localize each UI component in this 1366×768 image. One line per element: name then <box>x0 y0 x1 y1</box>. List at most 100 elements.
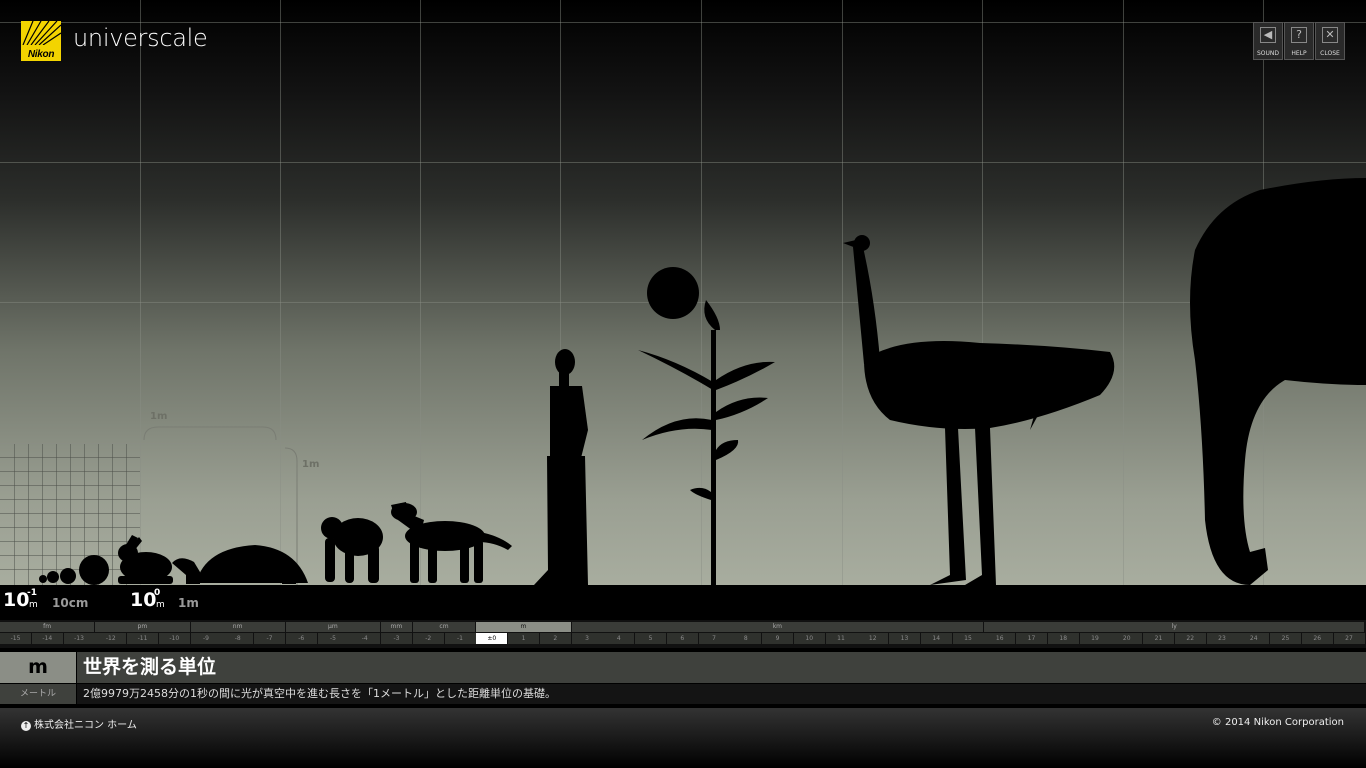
unit-segment[interactable]: m <box>476 622 572 632</box>
power-base: 10 <box>3 589 30 611</box>
power-indicator: 10 0 m <box>130 588 165 611</box>
close-button[interactable]: ✕ CLOSE <box>1315 22 1345 60</box>
ruler-tick[interactable]: 27 <box>1333 633 1366 644</box>
home-link-label: 株式会社ニコン ホーム <box>34 720 137 731</box>
logo-rays-icon <box>22 21 61 45</box>
horizontal-scale-label: 1m <box>150 411 168 422</box>
unit-segment[interactable]: pm <box>95 622 191 632</box>
ruler-tick[interactable]: 8 <box>730 633 763 644</box>
ruler-tick[interactable]: 17 <box>1016 633 1048 644</box>
nikon-logo[interactable]: Nikon <box>21 21 61 61</box>
ruler-tick[interactable]: 20 <box>1111 633 1144 644</box>
ruler-tick[interactable]: 6 <box>666 633 699 644</box>
unit-segment[interactable]: cm <box>412 622 477 632</box>
ruler-tick[interactable]: 22 <box>1174 633 1207 644</box>
ruler-tick[interactable]: -5 <box>317 633 350 644</box>
ruler-tick[interactable]: -12 <box>95 633 128 644</box>
power-exponent: -1 <box>27 588 37 598</box>
ruler-tick[interactable]: 16 <box>984 633 1017 644</box>
rabbit-silhouette <box>118 535 173 584</box>
vertical-scale-label: 1m <box>302 459 320 470</box>
ruler-tick[interactable]: 15 <box>952 633 985 644</box>
magnitude-label: 10cm <box>52 596 89 610</box>
ruler-tick[interactable]: -8 <box>222 633 255 644</box>
silhouettes <box>39 178 1366 585</box>
scale-stage[interactable] <box>0 0 1366 585</box>
power-base: 10 <box>130 589 157 611</box>
power-unit: m <box>29 600 38 610</box>
ruler-tick[interactable]: 10 <box>793 633 826 644</box>
unit-segments: fm pm nm μm mm cm m km ly <box>0 622 1366 633</box>
person-silhouette <box>534 349 588 585</box>
ruler-tick[interactable]: -11 <box>127 633 159 644</box>
help-label: HELP <box>1291 50 1307 57</box>
ostrich-silhouette <box>843 235 1115 585</box>
unit-segment[interactable]: nm <box>190 622 286 632</box>
ruler-tick[interactable]: -6 <box>285 633 318 644</box>
ruler-tick[interactable]: 18 <box>1047 633 1080 644</box>
ruler-tick[interactable]: 2 <box>539 633 572 644</box>
close-icon: ✕ <box>1322 27 1338 43</box>
ruler-tick[interactable]: 7 <box>698 633 731 644</box>
info-headline: 世界を測る単位 <box>77 652 1366 683</box>
ruler-tick[interactable]: 14 <box>920 633 953 644</box>
help-button[interactable]: ? HELP <box>1284 22 1314 60</box>
ruler-tick[interactable]: -7 <box>254 633 286 644</box>
speaker-icon: ◀ <box>1260 27 1276 43</box>
logo-brand-text: Nikon <box>27 49 55 60</box>
unit-name: メートル <box>0 684 76 704</box>
unit-segment[interactable]: mm <box>381 622 413 632</box>
ball-silhouette <box>47 571 59 583</box>
unit-segment[interactable]: km <box>571 622 985 632</box>
unit-segment[interactable]: μm <box>285 622 381 632</box>
ruler-tick[interactable]: 25 <box>1270 633 1302 644</box>
ball-silhouette <box>79 555 109 585</box>
power-unit: m <box>156 600 165 610</box>
ruler-tick[interactable]: 11 <box>825 633 858 644</box>
ruler-tick[interactable]: 21 <box>1143 633 1175 644</box>
ruler-tick[interactable]: 4 <box>603 633 636 644</box>
ruler-tick[interactable]: -9 <box>190 633 223 644</box>
tortoise-silhouette <box>172 545 308 584</box>
pebble-silhouette <box>39 575 47 583</box>
close-label: CLOSE <box>1320 50 1340 57</box>
ruler-tick[interactable]: 1 <box>508 633 540 644</box>
ruler-tick[interactable]: 13 <box>889 633 921 644</box>
info-panel: m メートル 世界を測る単位 2億9979万2458分の1秒の間に光が真空中を進… <box>0 650 1366 708</box>
ruler-tick[interactable]: 19 <box>1079 633 1112 644</box>
ruler-tick[interactable]: 5 <box>635 633 667 644</box>
ruler-tick[interactable]: 24 <box>1238 633 1271 644</box>
unit-segment[interactable]: ly <box>984 622 1366 632</box>
ruler-tick[interactable]: 12 <box>857 633 890 644</box>
ground-bar <box>0 585 1366 620</box>
ruler-tick[interactable]: ±0 <box>476 633 509 644</box>
ruler-tick[interactable]: -3 <box>381 633 413 644</box>
ruler-tick[interactable]: -2 <box>412 633 445 644</box>
ruler-tick[interactable]: -4 <box>349 633 382 644</box>
ruler-tick[interactable]: 3 <box>571 633 604 644</box>
scale-ruler[interactable]: fm pm nm μm mm cm m km ly -15 -14 -13 -12 -11 -10 -9 -8… <box>0 620 1366 648</box>
ruler-tick[interactable]: -13 <box>63 633 96 644</box>
home-link[interactable]: ↑ 株式会社ニコン ホーム <box>21 716 137 731</box>
ruler-tick[interactable]: 26 <box>1301 633 1334 644</box>
ruler-tick[interactable]: 9 <box>762 633 794 644</box>
exponent-ticks: -15 -14 -13 -12 -11 -10 -9 -8 -7 -6 -5 -4 -3 -2 -1 ±0 1 2… <box>0 633 1366 644</box>
magnitude-label: 1m <box>178 596 199 610</box>
ruler-tick[interactable]: -1 <box>444 633 477 644</box>
chimpanzee-silhouette <box>321 517 383 583</box>
sound-label: SOUND <box>1256 50 1280 57</box>
ruler-tick[interactable]: -10 <box>158 633 191 644</box>
info-description: 2億9979万2458分の1秒の間に光が真空中を進む長さを「1メートル」とした距… <box>77 684 1366 704</box>
power-indicator: 10 -1 m <box>3 588 38 611</box>
sound-button[interactable]: ◀ SOUND <box>1253 22 1283 60</box>
dog-silhouette <box>391 502 512 583</box>
ruler-tick[interactable]: -15 <box>0 633 32 644</box>
sunflower-silhouette <box>638 267 775 585</box>
question-icon: ? <box>1291 27 1307 43</box>
ruler-tick[interactable]: 23 <box>1206 633 1239 644</box>
power-exponent: 0 <box>154 588 161 598</box>
ruler-tick[interactable]: -14 <box>31 633 64 644</box>
ball-silhouette <box>60 568 76 584</box>
unit-segment[interactable]: fm <box>0 622 96 632</box>
copyright: © 2014 Nikon Corporation <box>1211 717 1344 728</box>
